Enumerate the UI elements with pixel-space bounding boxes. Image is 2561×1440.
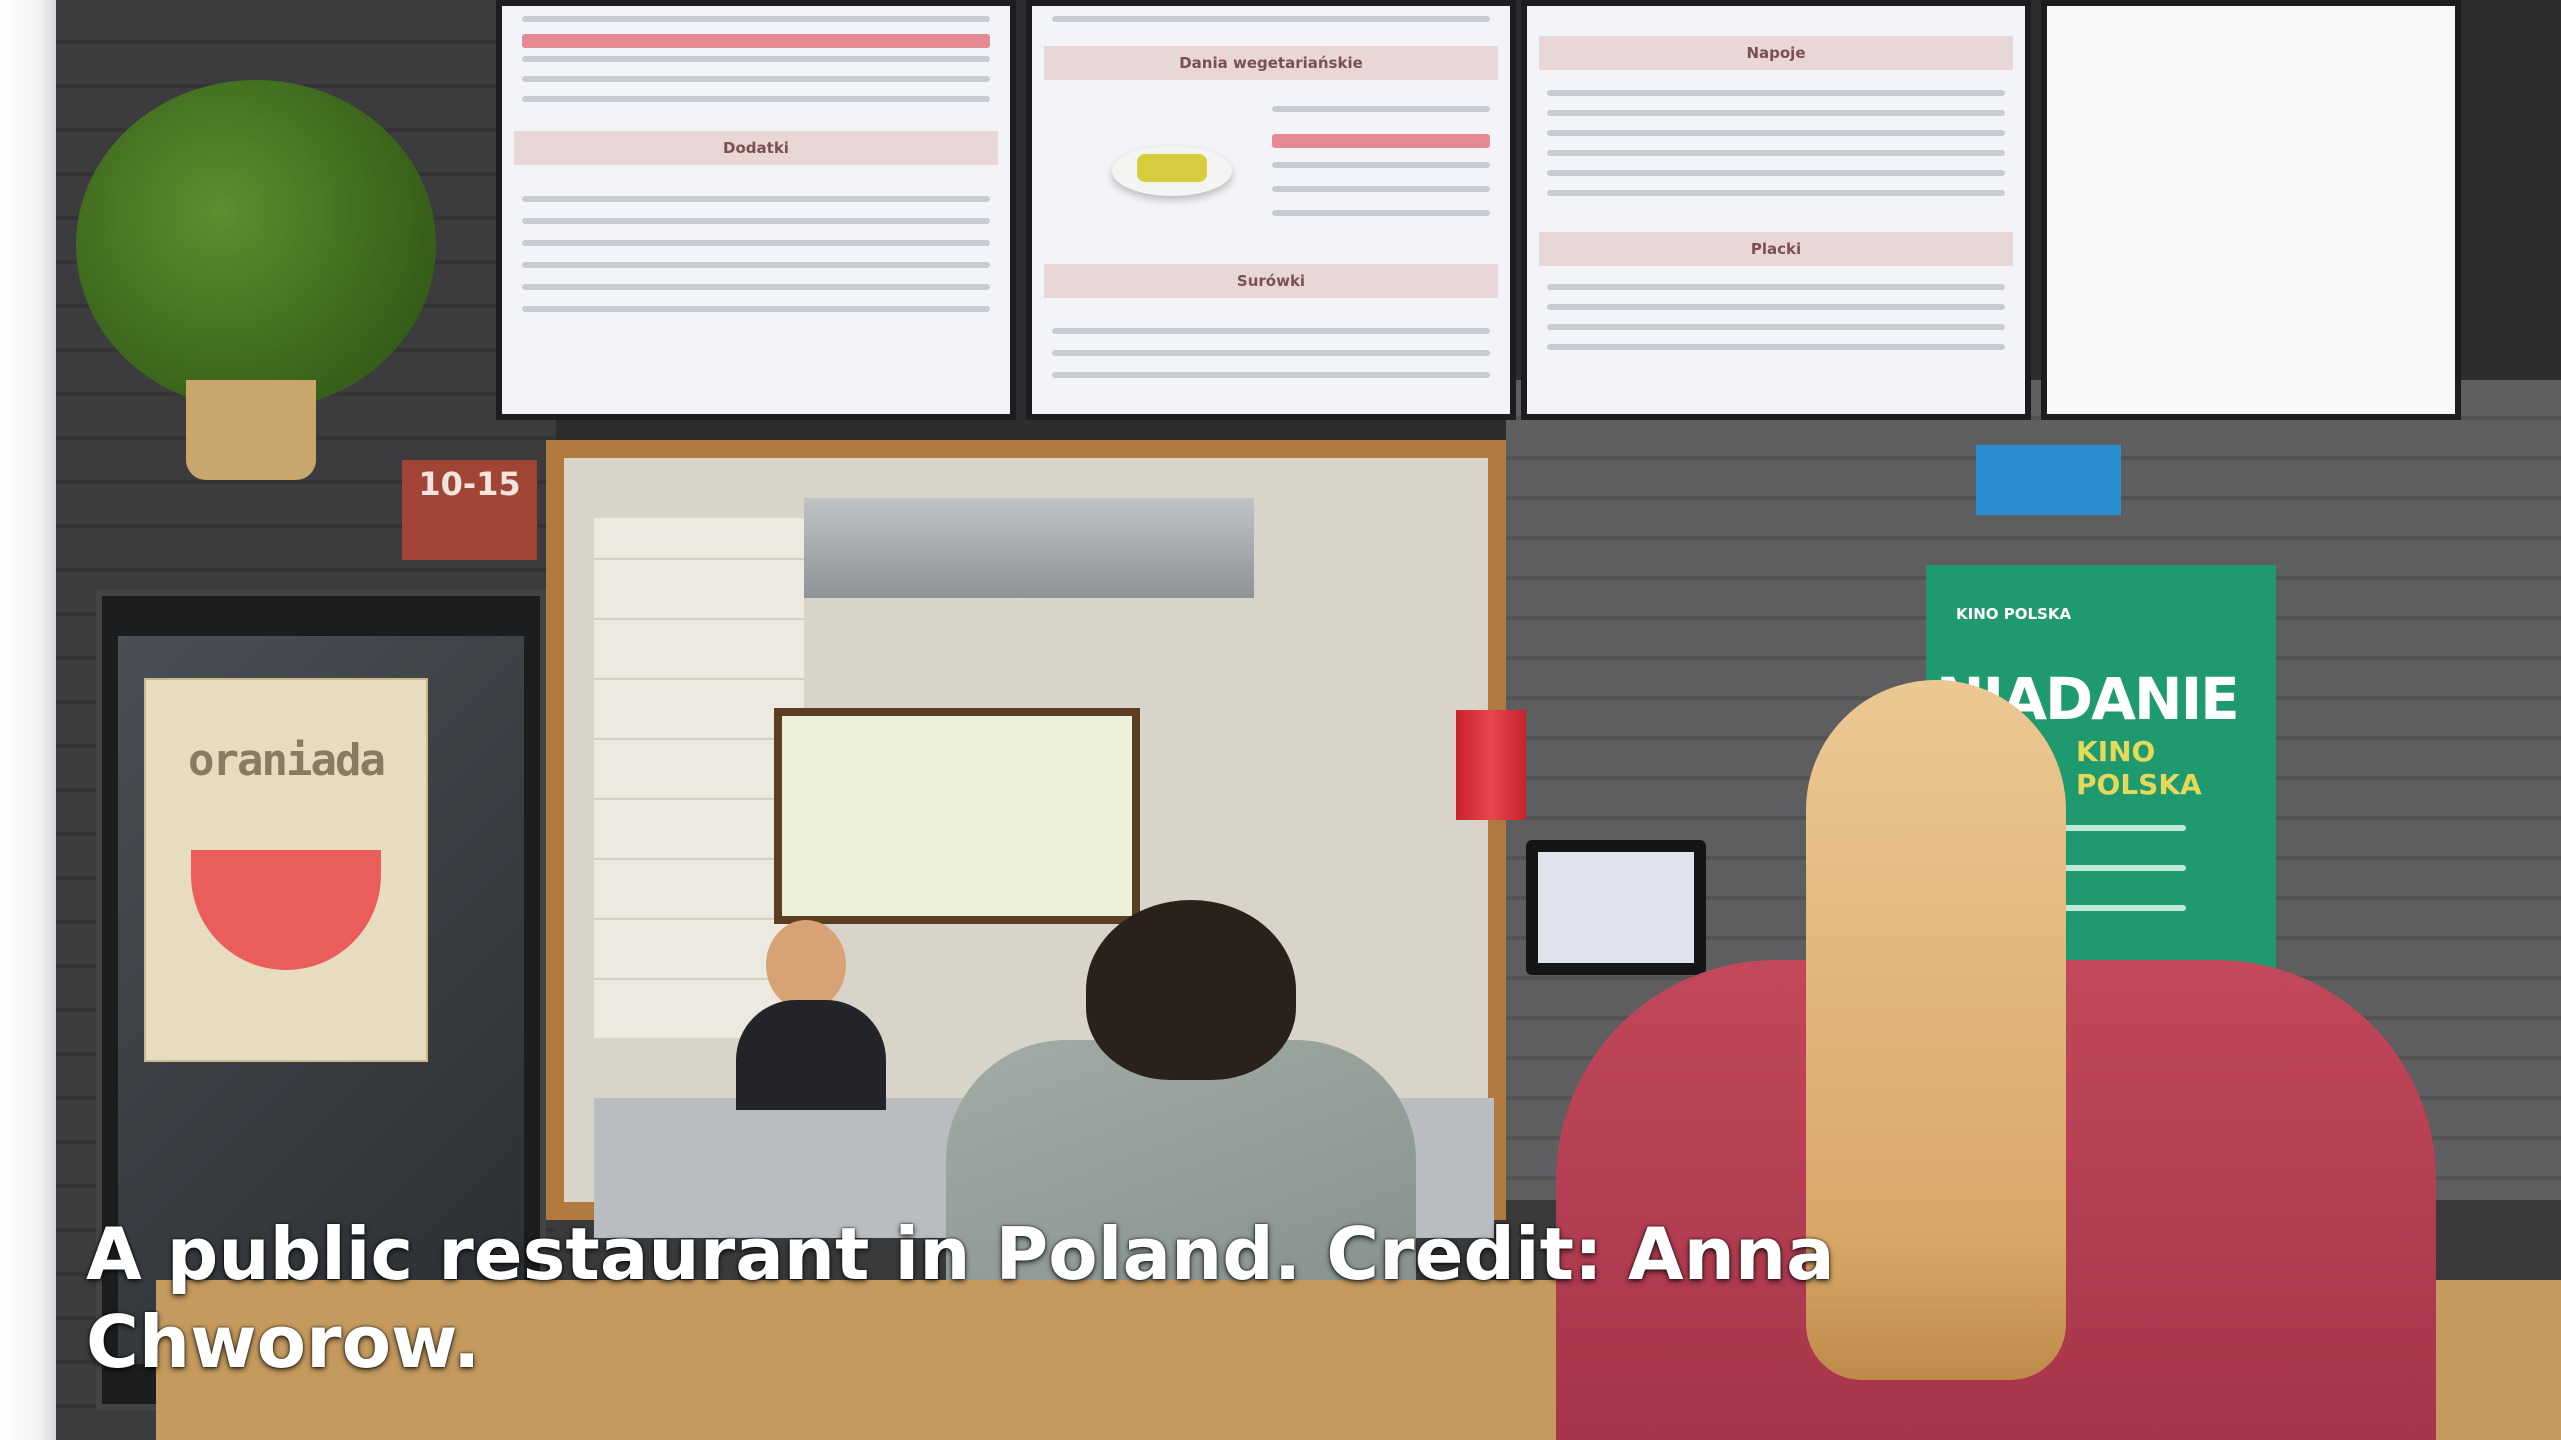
menu-screen-4: [2041, 0, 2461, 420]
menu-section-label: Placki: [1750, 240, 1802, 258]
restroom-sign: [1976, 445, 2121, 515]
oraniada-poster: oraniada: [146, 680, 426, 1060]
hours-sign-text: 10-15: [418, 465, 521, 503]
hours-sign: 10-15: [402, 460, 537, 560]
green-poster-brand: KINO POLSKA: [1956, 605, 2072, 623]
left-margin: [0, 0, 56, 1440]
photo-caption: A public restaurant in Poland. Credit: A…: [86, 1212, 1835, 1384]
soda-cans: [1456, 710, 1526, 820]
dish-illustration: [1112, 146, 1232, 196]
extractor-hood: [804, 498, 1254, 598]
potted-plant: [56, 80, 436, 500]
menu-screen-1: Dodatki: [496, 0, 1016, 420]
menu-screen-3: Napoje Placki: [1521, 0, 2031, 420]
kitchen-window: [774, 708, 1140, 924]
poster-title: oraniada: [188, 735, 386, 786]
menu-screen-2: Dania wegetariańskie Surówki: [1026, 0, 1516, 420]
menu-section-label: Napoje: [1746, 44, 1806, 62]
kitchen-staff: [736, 920, 886, 1110]
menu-section-label: Dodatki: [723, 139, 789, 157]
menu-section-label: Surówki: [1236, 272, 1306, 290]
menu-section-label: Dania wegetariańskie: [1179, 54, 1363, 72]
